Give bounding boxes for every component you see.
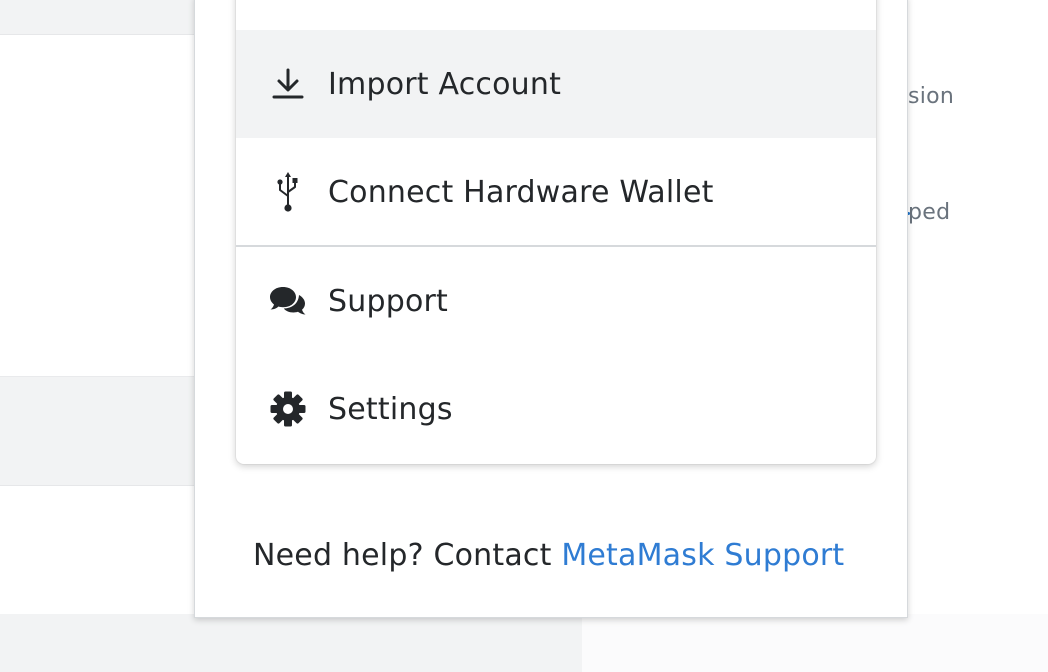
menu-item-connect-hardware-wallet[interactable]: Connect Hardware Wallet <box>236 138 876 246</box>
background-footer-strip-right <box>582 614 1048 672</box>
app-screen: sion ped Import Account Connect Hardware… <box>0 0 1048 672</box>
background-tab-label-active: ped <box>908 200 951 225</box>
usb-icon <box>268 172 308 212</box>
download-icon <box>268 64 308 104</box>
menu-item-label: Support <box>328 283 448 319</box>
help-text: Need help? Contact <box>253 538 562 573</box>
menu-item-label: Import Account <box>328 66 562 102</box>
help-footer: Need help? Contact MetaMask Support <box>253 538 844 573</box>
background-header-strip <box>0 0 200 35</box>
menu-item-label: Settings <box>328 391 453 427</box>
menu-item-label: Connect Hardware Wallet <box>328 174 714 210</box>
menu-item-support[interactable]: Support <box>236 247 876 355</box>
menu-item-import-account[interactable]: Import Account <box>236 30 876 138</box>
background-list-row <box>0 376 200 486</box>
account-options-menu: Import Account Connect Hardware Wallet S… <box>236 0 876 464</box>
background-footer-strip <box>0 614 582 672</box>
gear-icon <box>268 389 308 429</box>
chat-bubbles-icon <box>268 281 308 321</box>
menu-item-settings[interactable]: Settings <box>236 355 876 463</box>
metamask-support-link[interactable]: MetaMask Support <box>561 538 844 573</box>
background-tab-label: sion <box>908 84 955 109</box>
